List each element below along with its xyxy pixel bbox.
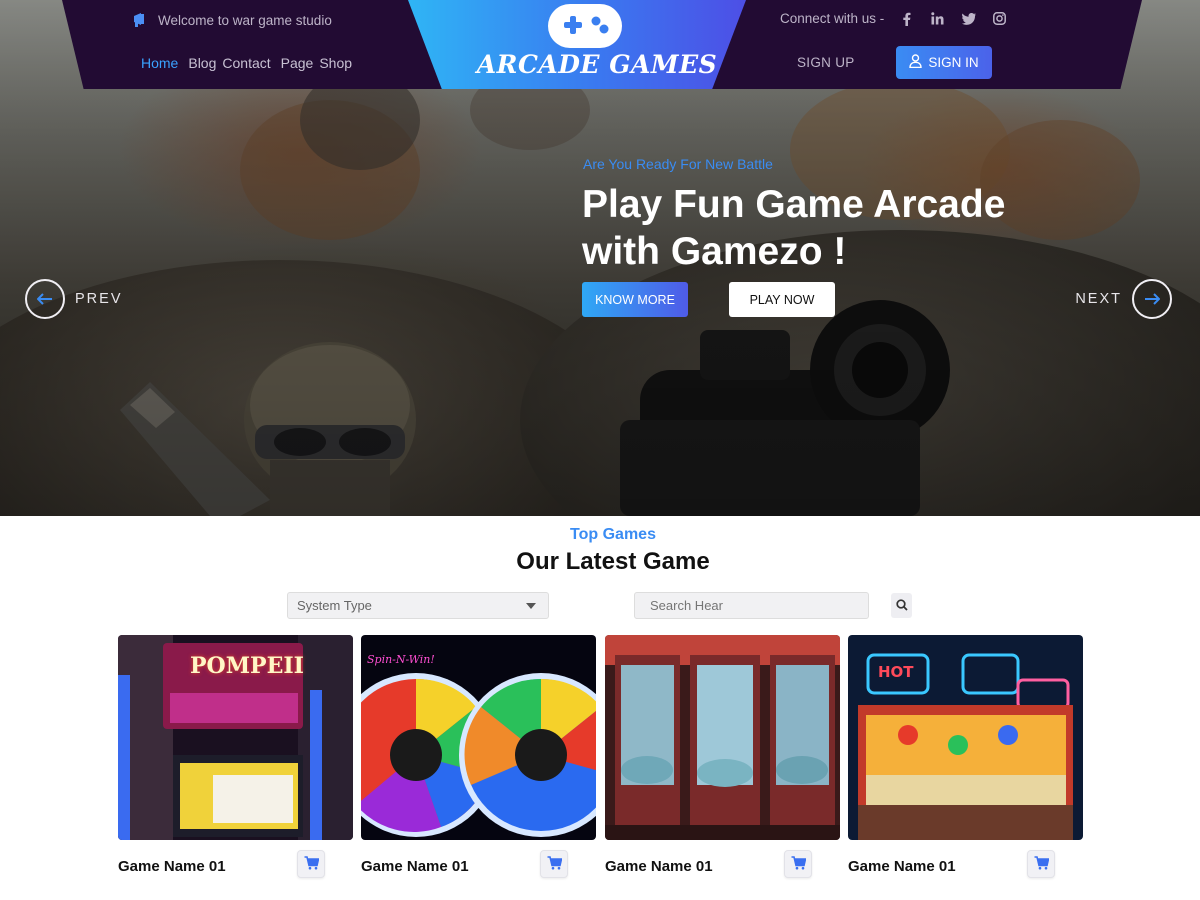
megaphone-icon — [132, 11, 150, 30]
nav-page[interactable]: Page — [281, 55, 314, 71]
play-now-button[interactable]: PLAY NOW — [729, 282, 835, 317]
game-name: Game Name 01 — [118, 858, 226, 875]
logo-text-label: ARCADE GAMES — [476, 50, 718, 79]
hero-headline: Play Fun Game Arcade with Gamezo ! — [582, 181, 1142, 275]
game-name: Game Name 01 — [361, 858, 469, 875]
game-name: Game Name 01 — [605, 858, 713, 875]
hero-headline-line2: with Gamezo ! — [582, 230, 847, 273]
next-slide-button[interactable]: NEXT — [1075, 279, 1172, 319]
nav-home[interactable]: Home — [141, 55, 178, 71]
section-title: Our Latest Game — [516, 548, 710, 575]
prev-label: PREV — [75, 291, 123, 307]
cart-icon — [791, 855, 807, 874]
nav-contact[interactable]: Contact — [222, 55, 270, 71]
social-connect: Connect with us - — [780, 10, 1008, 27]
hero-eyebrow: Are You Ready For New Battle — [583, 156, 773, 172]
game-name: Game Name 01 — [848, 858, 956, 875]
welcome-text: Welcome to war game studio — [158, 12, 332, 28]
arrow-left-icon — [25, 279, 65, 319]
search-input[interactable] — [634, 592, 869, 619]
game-thumbnail-claw-machines[interactable] — [605, 635, 840, 840]
game-thumbnail-slot-machine[interactable]: POMPEII — [118, 635, 353, 840]
hero-headline-line1: Play Fun Game Arcade — [582, 183, 1006, 226]
main-nav: Home Blog Contact Page Shop — [141, 55, 352, 71]
arrow-right-icon — [1132, 279, 1172, 319]
add-to-cart-button[interactable] — [540, 850, 568, 878]
nav-shop[interactable]: Shop — [319, 55, 352, 71]
game-card[interactable]: POMPEII Game Name 01 — [118, 635, 353, 878]
connect-text: Connect with us - — [780, 11, 885, 26]
chevron-down-icon — [526, 602, 536, 609]
thumbnail-text: POMPEII — [190, 653, 304, 679]
add-to-cart-button[interactable] — [1027, 850, 1055, 878]
twitter-icon[interactable] — [960, 10, 977, 27]
game-card[interactable]: HOT Game Name 01 — [848, 635, 1083, 878]
game-thumbnail-spin-wheels[interactable]: Spin-N-Win! — [361, 635, 596, 840]
know-more-button[interactable]: KNOW MORE — [582, 282, 688, 317]
thumbnail-text: HOT — [878, 663, 914, 681]
add-to-cart-button[interactable] — [784, 850, 812, 878]
game-card[interactable]: Game Name 01 — [605, 635, 840, 878]
sign-in-button[interactable]: SIGN IN — [896, 46, 992, 79]
welcome-message: Welcome to war game studio — [132, 10, 332, 30]
game-thumbnail-neon-arcade-booth[interactable]: HOT — [848, 635, 1083, 840]
user-icon — [909, 54, 923, 71]
thumbnail-text: Spin-N-Win! — [367, 653, 435, 666]
search-icon — [895, 596, 908, 615]
section-eyebrow: Top Games — [570, 526, 656, 543]
next-label: NEXT — [1075, 291, 1122, 307]
gamepad-logo-icon — [548, 4, 622, 48]
sign-up-link[interactable]: SIGN UP — [797, 55, 855, 70]
add-to-cart-button[interactable] — [297, 850, 325, 878]
game-card[interactable]: Spin-N-Win! Game Name 01 — [361, 635, 596, 878]
system-type-value: System Type — [297, 598, 372, 613]
system-type-select[interactable]: System Type — [287, 592, 549, 619]
facebook-icon[interactable] — [898, 10, 915, 27]
linkedin-icon[interactable] — [929, 10, 946, 27]
cart-icon — [1034, 855, 1050, 874]
prev-slide-button[interactable]: PREV — [25, 279, 123, 319]
cart-icon — [304, 855, 320, 874]
search-button[interactable] — [891, 593, 912, 618]
instagram-icon[interactable] — [991, 10, 1008, 27]
sign-in-label: SIGN IN — [928, 55, 979, 70]
cart-icon — [547, 855, 563, 874]
nav-blog[interactable]: Blog — [188, 55, 216, 71]
